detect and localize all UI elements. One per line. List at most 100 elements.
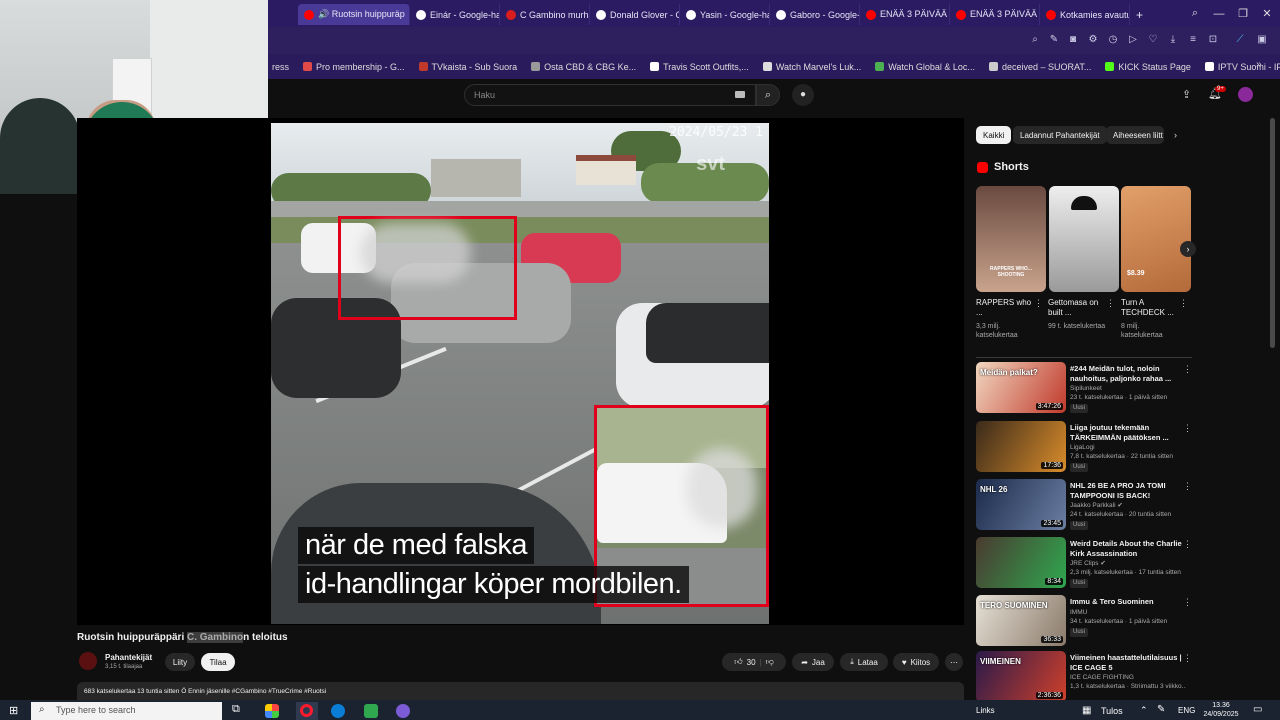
short-title-2[interactable]: Gettomasa on built ... [1048,298,1104,318]
browser-tab[interactable]: ENÄÄ 3 PÄIVÄÄ🔺 [950,4,1040,25]
browser-tab[interactable]: 🔊 Ruotsin huippuräp [298,4,410,25]
browser-tab[interactable]: C Gambino murhat [500,4,590,25]
edge-app-icon[interactable] [331,704,345,718]
search-input[interactable]: Haku [464,84,756,106]
new-tab-button[interactable]: + [1130,4,1149,25]
short-thumbnail-1[interactable]: RAPPERS WHO... SHOOTING [976,186,1046,292]
opera-app-icon[interactable] [300,704,313,717]
browser-tab[interactable]: Donald Glover - Go [590,4,680,25]
short-menu-icon[interactable]: ⋮ [1034,298,1043,309]
chip-all[interactable]: Kaikki [976,126,1012,144]
more-actions-button[interactable]: ⋯ [945,653,963,671]
edit-icon[interactable]: ✎ [1047,33,1061,47]
browser-tab[interactable]: Kotkamies avautuu [1040,4,1130,25]
short-menu-icon[interactable]: ⋮ [1106,298,1115,309]
recommendation-menu-icon[interactable]: ⋮ [1183,364,1192,375]
recommendation-menu-icon[interactable]: ⋮ [1183,597,1192,608]
recommendation-menu-icon[interactable]: ⋮ [1183,481,1192,492]
short-menu-icon[interactable]: ⋮ [1179,298,1188,309]
task-view-icon[interactable]: ⧉ [232,703,240,716]
bookmark-item[interactable]: Watch Marvel's Luk... [762,62,861,72]
menu-lines-icon[interactable]: ≡ [1186,33,1200,47]
recommendation-thumbnail[interactable]: NHL 26 23:45 [976,479,1066,530]
taskbar-search-input[interactable]: Type here to search [31,702,222,720]
settings-icon[interactable]: ⚙ [1086,33,1100,47]
clock-time[interactable]: 13.36 [1204,702,1238,709]
keyboard-icon[interactable] [735,91,745,98]
scrollbar[interactable] [1270,118,1275,348]
extension-icon[interactable]: ⟋ [1233,33,1247,47]
maximize-icon[interactable]: ❐ [1231,0,1255,27]
recommendation-title[interactable]: Immu & Tero Suominen [1070,597,1182,607]
recommendation-thumbnail[interactable]: TERO SUOMINEN 36:33 [976,595,1066,646]
like-count[interactable]: 30 [747,658,756,667]
lock-icon[interactable]: ⊡ [1206,33,1220,47]
search-button[interactable]: ⌕ [756,84,780,106]
chrome-app-icon[interactable] [265,704,279,718]
bookmark-item[interactable]: ress [272,62,289,72]
bookmark-item[interactable]: Travis Scott Outfits,... [650,62,749,72]
messenger-app-icon[interactable] [396,704,410,718]
recommendation-thumbnail[interactable]: VIIMEINEN 2:36:36 [976,651,1066,702]
windows-start-icon[interactable]: ⊞ [9,704,18,717]
bookmark-item[interactable]: Osta CBD & CBG Ke... [531,62,636,72]
shorts-next-button[interactable]: › [1180,241,1196,257]
join-button[interactable]: Liity [165,653,195,671]
search-tabs-icon[interactable]: ⌕ [1183,0,1207,27]
download-icon[interactable]: ⤓ [1166,33,1180,47]
thanks-button[interactable]: ♥ Kiitos [893,653,939,671]
bookmark-item[interactable]: TVkaista - Sub Suora [418,62,517,72]
recommendation-title[interactable]: Viimeinen haastattelutilaisuus | ICE CAG… [1070,653,1182,672]
clock-date[interactable]: 24/09/2025 [1200,711,1242,718]
language-indicator[interactable]: ENG [1178,706,1195,715]
bookmark-item[interactable]: deceived – SUORAT... [988,62,1091,72]
xbox-app-icon[interactable] [364,704,378,718]
bookmarks-overflow-icon[interactable]: » [1256,59,1262,70]
short-thumbnail-2[interactable] [1049,186,1119,292]
recommendation-channel[interactable]: IMMU [1070,609,1186,618]
recommendation-title[interactable]: Liiga joutuu tekemään TÄRKEIMMÄN päätöks… [1070,423,1182,442]
close-icon[interactable]: ✕ [1255,0,1279,27]
chevron-up-icon[interactable]: ⌃ [1140,705,1148,716]
links-toolbar[interactable]: Links [976,706,995,715]
like-icon[interactable]: 👍︎ [734,657,742,667]
short-title-1[interactable]: RAPPERS who ... [976,298,1032,318]
chip-related[interactable]: Aiheeseen liitt [1106,126,1164,144]
browser-tab[interactable]: Yasin - Google-haku [680,4,770,25]
zoom-icon[interactable]: ⌕ [1028,33,1042,47]
channel-name[interactable]: Pahantekijät [105,653,152,662]
recommendation-channel[interactable]: Jaakko Parkkali ✔ [1070,502,1186,511]
recommendation-thumbnail[interactable]: 8:34 [976,537,1066,588]
heart-icon[interactable]: ♡ [1146,33,1160,47]
camera-icon[interactable]: ◙ [1066,33,1080,47]
bookmark-item[interactable]: IPTV Suomi - IPTV v... [1204,62,1280,72]
short-title-3[interactable]: Turn A TECHDECK ... [1121,298,1177,318]
chevron-right-icon[interactable]: › [1174,130,1177,140]
upload-icon[interactable]: ⇪ [1182,88,1191,101]
recommendation-title[interactable]: Weird Details About the Charlie Kirk Ass… [1070,539,1182,558]
bookmark-item[interactable]: Pro membership - G... [303,62,405,72]
bookmark-item[interactable]: Watch Global & Loc... [875,62,975,72]
print-label[interactable]: Tulos [1101,706,1123,716]
browser-tab[interactable]: Einár - Google-haku [410,4,500,25]
sidebar-icon[interactable]: ▣ [1255,33,1269,47]
play-icon[interactable]: ▷ [1126,33,1140,47]
browser-tab[interactable]: Gaboro - Google-h [770,4,860,25]
recommendation-channel[interactable]: LigaLogi [1070,444,1186,453]
recommendation-thumbnail[interactable]: Meidän palkat? 3:47:26 [976,362,1066,413]
browser-tab[interactable]: ENÄÄ 3 PÄIVÄÄ🔺 [860,4,950,25]
avatar[interactable] [1238,87,1253,102]
recommendation-channel[interactable]: Sipilunkeet [1070,385,1186,394]
pen-icon[interactable]: ✎ [1157,704,1165,715]
recommendation-title[interactable]: #244 Meidän tulot, noloin nauhoitus, pal… [1070,364,1182,383]
recommendation-title[interactable]: NHL 26 BE A PRO JA TOMI TAMPPOONI IS BAC… [1070,481,1182,500]
subscribe-button[interactable]: Tilaa [201,653,235,671]
recommendation-thumbnail[interactable]: 17:36 [976,421,1066,472]
recommendation-channel[interactable]: ICE CAGE FIGHTING [1070,674,1186,683]
recommendation-menu-icon[interactable]: ⋮ [1183,539,1192,550]
bookmark-item[interactable]: KICK Status Page [1105,62,1191,72]
chip-uploader[interactable]: Ladannut Pahantekijät [1013,126,1107,144]
recommendation-menu-icon[interactable]: ⋮ [1183,423,1192,434]
share-button[interactable]: ➦ Jaa [792,653,834,671]
download-button[interactable]: ⤓ Lataa [840,653,888,671]
